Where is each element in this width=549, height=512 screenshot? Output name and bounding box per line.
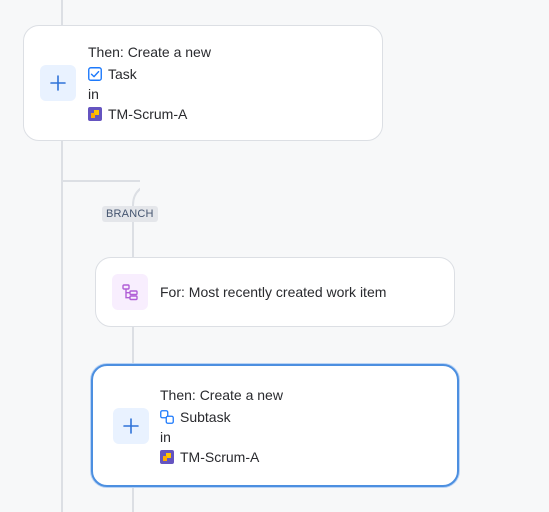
branch-flow-line-bottom <box>132 486 134 512</box>
action-card-create-task[interactable]: Then: Create a new Task in TM-Scrum-A <box>23 25 383 141</box>
in-label: in <box>88 86 99 102</box>
branch-label: BRANCH <box>102 206 158 222</box>
task-checkbox-icon <box>88 67 102 81</box>
action-title: Then: Create a new <box>160 387 283 403</box>
project-avatar-icon <box>88 107 102 121</box>
action-card-create-subtask[interactable]: Then: Create a new Subtask in TM-Scrum-A <box>91 364 459 487</box>
issue-type-row: Task <box>88 64 137 84</box>
issue-type-row: Subtask <box>160 407 231 427</box>
project-name: TM-Scrum-A <box>108 106 188 122</box>
plus-icon <box>123 418 139 434</box>
branch-icon <box>122 284 138 301</box>
add-tile <box>113 408 149 444</box>
in-label: in <box>160 429 171 445</box>
main-flow-line-top <box>61 0 63 26</box>
add-tile <box>40 65 76 101</box>
project-avatar-icon <box>160 450 174 464</box>
plus-icon <box>50 75 66 91</box>
project-row: TM-Scrum-A <box>160 447 259 467</box>
action-title: Then: Create a new <box>88 44 211 60</box>
branch-tile <box>112 274 148 310</box>
branch-condition-card[interactable]: For: Most recently created work item <box>95 257 455 327</box>
branch-flow-line <box>132 326 134 366</box>
issue-type-label: Task <box>108 66 137 82</box>
issue-type-label: Subtask <box>180 409 231 425</box>
project-name: TM-Scrum-A <box>180 449 260 465</box>
subtask-icon <box>160 410 174 424</box>
branch-condition-text: For: Most recently created work item <box>160 284 387 300</box>
project-row: TM-Scrum-A <box>88 104 187 124</box>
